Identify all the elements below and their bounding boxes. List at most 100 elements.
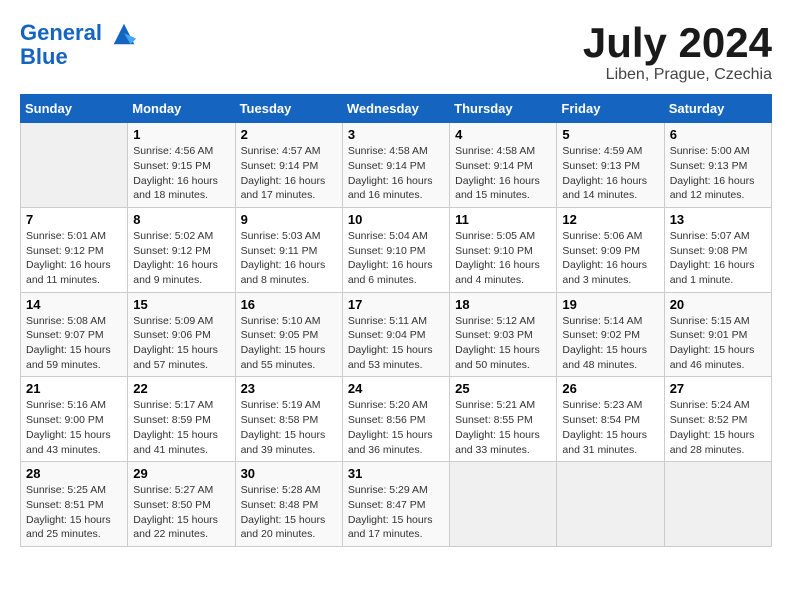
day-number: 13 — [670, 212, 766, 227]
calendar-cell: 3 Sunrise: 4:58 AM Sunset: 9:14 PM Daylig… — [342, 123, 449, 208]
calendar-cell: 18 Sunrise: 5:12 AM Sunset: 9:03 PM Dayli… — [450, 292, 557, 377]
day-number: 24 — [348, 381, 444, 396]
col-header-thursday: Thursday — [450, 95, 557, 123]
calendar-cell: 8 Sunrise: 5:02 AM Sunset: 9:12 PM Daylig… — [128, 207, 235, 292]
day-number: 1 — [133, 127, 229, 142]
day-info: Sunrise: 5:28 AM Sunset: 8:48 PM Dayligh… — [241, 483, 337, 542]
calendar-cell: 6 Sunrise: 5:00 AM Sunset: 9:13 PM Daylig… — [664, 123, 771, 208]
calendar-cell: 31 Sunrise: 5:29 AM Sunset: 8:47 PM Dayli… — [342, 462, 449, 547]
day-info: Sunrise: 5:25 AM Sunset: 8:51 PM Dayligh… — [26, 483, 122, 542]
day-number: 4 — [455, 127, 551, 142]
day-number: 25 — [455, 381, 551, 396]
day-number: 10 — [348, 212, 444, 227]
day-info: Sunrise: 5:07 AM Sunset: 9:08 PM Dayligh… — [670, 229, 766, 288]
day-info: Sunrise: 5:16 AM Sunset: 9:00 PM Dayligh… — [26, 398, 122, 457]
calendar-cell: 14 Sunrise: 5:08 AM Sunset: 9:07 PM Dayli… — [21, 292, 128, 377]
calendar-cell: 12 Sunrise: 5:06 AM Sunset: 9:09 PM Dayli… — [557, 207, 664, 292]
day-number: 16 — [241, 297, 337, 312]
calendar-cell: 22 Sunrise: 5:17 AM Sunset: 8:59 PM Dayli… — [128, 377, 235, 462]
calendar-cell: 10 Sunrise: 5:04 AM Sunset: 9:10 PM Dayli… — [342, 207, 449, 292]
calendar-table: SundayMondayTuesdayWednesdayThursdayFrid… — [20, 94, 772, 547]
day-info: Sunrise: 5:29 AM Sunset: 8:47 PM Dayligh… — [348, 483, 444, 542]
calendar-cell: 11 Sunrise: 5:05 AM Sunset: 9:10 PM Dayli… — [450, 207, 557, 292]
calendar-cell: 5Sunrise: 4:59 AM Sunset: 9:13 PM Daylig… — [557, 123, 664, 208]
page-header: General Blue July 2024 Liben, Prague, Cz… — [20, 20, 772, 84]
day-number: 15 — [133, 297, 229, 312]
day-info: Sunrise: 5:00 AM Sunset: 9:13 PM Dayligh… — [670, 144, 766, 203]
day-number: 23 — [241, 381, 337, 396]
calendar-cell — [450, 462, 557, 547]
day-info: Sunrise: 5:01 AM Sunset: 9:12 PM Dayligh… — [26, 229, 122, 288]
day-number: 2 — [241, 127, 337, 142]
day-info: Sunrise: 5:11 AM Sunset: 9:04 PM Dayligh… — [348, 314, 444, 373]
day-number: 12 — [562, 212, 658, 227]
day-info: Sunrise: 5:15 AM Sunset: 9:01 PM Dayligh… — [670, 314, 766, 373]
day-info: Sunrise: 5:10 AM Sunset: 9:05 PM Dayligh… — [241, 314, 337, 373]
calendar-cell: 30 Sunrise: 5:28 AM Sunset: 8:48 PM Dayli… — [235, 462, 342, 547]
calendar-cell: 20 Sunrise: 5:15 AM Sunset: 9:01 PM Dayli… — [664, 292, 771, 377]
day-number: 22 — [133, 381, 229, 396]
logo: General Blue — [20, 20, 138, 70]
col-header-monday: Monday — [128, 95, 235, 123]
calendar-cell: 23 Sunrise: 5:19 AM Sunset: 8:58 PM Dayli… — [235, 377, 342, 462]
day-number: 30 — [241, 466, 337, 481]
day-info: Sunrise: 5:09 AM Sunset: 9:06 PM Dayligh… — [133, 314, 229, 373]
main-title: July 2024 — [583, 20, 772, 66]
calendar-cell — [21, 123, 128, 208]
day-info: Sunrise: 5:06 AM Sunset: 9:09 PM Dayligh… — [562, 229, 658, 288]
day-info: Sunrise: 5:21 AM Sunset: 8:55 PM Dayligh… — [455, 398, 551, 457]
calendar-cell: 17Sunrise: 5:11 AM Sunset: 9:04 PM Dayli… — [342, 292, 449, 377]
day-info: Sunrise: 4:58 AM Sunset: 9:14 PM Dayligh… — [455, 144, 551, 203]
col-header-tuesday: Tuesday — [235, 95, 342, 123]
calendar-cell: 28Sunrise: 5:25 AM Sunset: 8:51 PM Dayli… — [21, 462, 128, 547]
day-number: 20 — [670, 297, 766, 312]
calendar-cell: 19 Sunrise: 5:14 AM Sunset: 9:02 PM Dayli… — [557, 292, 664, 377]
calendar-cell — [664, 462, 771, 547]
calendar-cell: 26 Sunrise: 5:23 AM Sunset: 8:54 PM Dayli… — [557, 377, 664, 462]
day-number: 11 — [455, 212, 551, 227]
calendar-cell: 16 Sunrise: 5:10 AM Sunset: 9:05 PM Dayli… — [235, 292, 342, 377]
day-info: Sunrise: 5:17 AM Sunset: 8:59 PM Dayligh… — [133, 398, 229, 457]
day-info: Sunrise: 5:05 AM Sunset: 9:10 PM Dayligh… — [455, 229, 551, 288]
calendar-cell: 4 Sunrise: 4:58 AM Sunset: 9:14 PM Daylig… — [450, 123, 557, 208]
calendar-cell: 9 Sunrise: 5:03 AM Sunset: 9:11 PM Daylig… — [235, 207, 342, 292]
calendar-cell: 21 Sunrise: 5:16 AM Sunset: 9:00 PM Dayli… — [21, 377, 128, 462]
day-number: 31 — [348, 466, 444, 481]
col-header-sunday: Sunday — [21, 95, 128, 123]
day-info: Sunrise: 4:59 AM Sunset: 9:13 PM Dayligh… — [562, 144, 658, 203]
day-info: Sunrise: 5:23 AM Sunset: 8:54 PM Dayligh… — [562, 398, 658, 457]
col-header-friday: Friday — [557, 95, 664, 123]
day-number: 6 — [670, 127, 766, 142]
day-number: 19 — [562, 297, 658, 312]
day-info: Sunrise: 5:24 AM Sunset: 8:52 PM Dayligh… — [670, 398, 766, 457]
day-info: Sunrise: 5:04 AM Sunset: 9:10 PM Dayligh… — [348, 229, 444, 288]
day-number: 29 — [133, 466, 229, 481]
day-number: 8 — [133, 212, 229, 227]
day-info: Sunrise: 5:12 AM Sunset: 9:03 PM Dayligh… — [455, 314, 551, 373]
day-number: 21 — [26, 381, 122, 396]
day-info: Sunrise: 5:19 AM Sunset: 8:58 PM Dayligh… — [241, 398, 337, 457]
calendar-cell: 7 Sunrise: 5:01 AM Sunset: 9:12 PM Daylig… — [21, 207, 128, 292]
day-info: Sunrise: 5:08 AM Sunset: 9:07 PM Dayligh… — [26, 314, 122, 373]
calendar-cell: 27 Sunrise: 5:24 AM Sunset: 8:52 PM Dayli… — [664, 377, 771, 462]
subtitle: Liben, Prague, Czechia — [583, 66, 772, 84]
day-info: Sunrise: 5:02 AM Sunset: 9:12 PM Dayligh… — [133, 229, 229, 288]
day-number: 9 — [241, 212, 337, 227]
calendar-cell: 13 Sunrise: 5:07 AM Sunset: 9:08 PM Dayli… — [664, 207, 771, 292]
day-info: Sunrise: 5:03 AM Sunset: 9:11 PM Dayligh… — [241, 229, 337, 288]
col-header-wednesday: Wednesday — [342, 95, 449, 123]
day-number: 14 — [26, 297, 122, 312]
day-number: 26 — [562, 381, 658, 396]
day-info: Sunrise: 5:14 AM Sunset: 9:02 PM Dayligh… — [562, 314, 658, 373]
day-info: Sunrise: 4:56 AM Sunset: 9:15 PM Dayligh… — [133, 144, 229, 203]
title-block: July 2024 Liben, Prague, Czechia — [583, 20, 772, 84]
day-number: 7 — [26, 212, 122, 227]
day-info: Sunrise: 5:20 AM Sunset: 8:56 PM Dayligh… — [348, 398, 444, 457]
day-number: 3 — [348, 127, 444, 142]
day-number: 27 — [670, 381, 766, 396]
day-info: Sunrise: 4:57 AM Sunset: 9:14 PM Dayligh… — [241, 144, 337, 203]
day-info: Sunrise: 4:58 AM Sunset: 9:14 PM Dayligh… — [348, 144, 444, 203]
calendar-cell: 15 Sunrise: 5:09 AM Sunset: 9:06 PM Dayli… — [128, 292, 235, 377]
day-number: 18 — [455, 297, 551, 312]
calendar-cell: 29Sunrise: 5:27 AM Sunset: 8:50 PM Dayli… — [128, 462, 235, 547]
